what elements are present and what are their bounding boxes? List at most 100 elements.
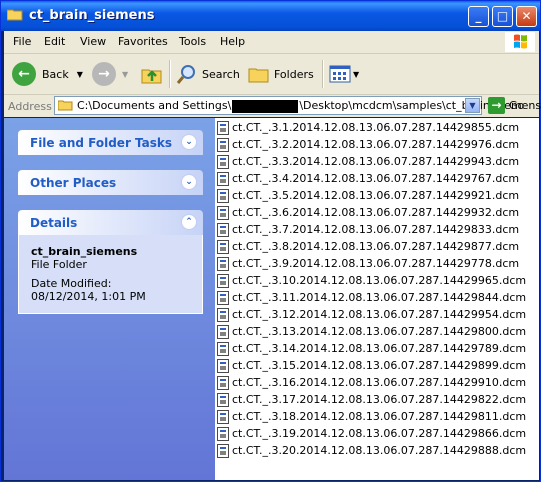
file-item[interactable]: ct.CT._.3.17.2014.12.08.13.06.07.287.144… [217, 391, 526, 408]
menu-file[interactable]: File [13, 35, 31, 48]
chevron-down-icon[interactable]: ▼ [122, 70, 128, 79]
file-name: ct.CT._.3.7.2014.12.08.13.06.07.287.1442… [232, 223, 520, 236]
panel-title: Details [30, 216, 78, 230]
file-name: ct.CT._.3.4.2014.12.08.13.06.07.287.1442… [232, 172, 520, 185]
file-folder-tasks-panel[interactable]: File and Folder Tasks ⌄ [18, 130, 203, 155]
file-name: ct.CT._.3.10.2014.12.08.13.06.07.287.144… [232, 274, 527, 287]
dcm-file-icon [217, 443, 229, 458]
file-name: ct.CT._.3.18.2014.12.08.13.06.07.287.144… [232, 410, 527, 423]
views-button[interactable]: ▼ [329, 62, 359, 86]
file-item[interactable]: ct.CT._.3.5.2014.12.08.13.06.07.287.1442… [217, 187, 519, 204]
forward-arrow-icon: → [92, 62, 116, 86]
dcm-file-icon [217, 273, 229, 288]
file-item[interactable]: ct.CT._.3.6.2014.12.08.13.06.07.287.1442… [217, 204, 519, 221]
file-item[interactable]: ct.CT._.3.19.2014.12.08.13.06.07.287.144… [217, 425, 526, 442]
forward-button[interactable]: → ▼ [92, 62, 128, 86]
title-bar[interactable]: ct_brain_siemens _ □ ✕ [1, 1, 540, 31]
dcm-file-icon [217, 188, 229, 203]
panel-header[interactable]: Details ⌃ [18, 210, 203, 235]
expand-chevron-icon[interactable]: ⌄ [181, 174, 197, 190]
collapse-chevron-icon[interactable]: ⌃ [181, 214, 197, 230]
folders-button[interactable]: Folders [248, 62, 314, 86]
file-name: ct.CT._.3.17.2014.12.08.13.06.07.287.144… [232, 393, 527, 406]
menu-edit[interactable]: Edit [44, 35, 65, 48]
file-item[interactable]: ct.CT._.3.1.2014.12.08.13.06.07.287.1442… [217, 119, 519, 136]
details-type: File Folder [31, 258, 87, 271]
task-pane: File and Folder Tasks ⌄ Other Places ⌄ D… [4, 118, 215, 480]
file-item[interactable]: ct.CT._.3.4.2014.12.08.13.06.07.287.1442… [217, 170, 519, 187]
dcm-file-icon [217, 426, 229, 441]
file-item[interactable]: ct.CT._.3.11.2014.12.08.13.06.07.287.144… [217, 289, 526, 306]
redacted-username [232, 99, 299, 113]
go-arrow-icon: → [488, 97, 505, 114]
file-name: ct.CT._.3.13.2014.12.08.13.06.07.287.144… [232, 325, 527, 338]
up-folder-button[interactable] [141, 62, 163, 86]
menu-favorites[interactable]: Favorites [118, 35, 168, 48]
dcm-file-icon [217, 137, 229, 152]
folder-icon [7, 9, 23, 21]
panel-header[interactable]: Other Places ⌄ [18, 170, 203, 195]
search-button[interactable]: Search [176, 62, 240, 86]
file-name: ct.CT._.3.14.2014.12.08.13.06.07.287.144… [232, 342, 527, 355]
back-arrow-icon: ← [12, 62, 36, 86]
dcm-file-icon [217, 290, 229, 305]
go-button[interactable]: → Go [488, 97, 524, 114]
details-panel: Details ⌃ ct_brain_siemens File Folder D… [18, 210, 203, 314]
dcm-file-icon [217, 324, 229, 339]
details-body: ct_brain_siemens File Folder Date Modifi… [18, 235, 203, 314]
dcm-file-icon [217, 409, 229, 424]
chevron-down-icon[interactable]: ▼ [77, 70, 83, 79]
file-name: ct.CT._.3.8.2014.12.08.13.06.07.287.1442… [232, 240, 520, 253]
dcm-file-icon [217, 120, 229, 135]
dcm-file-icon [217, 307, 229, 322]
back-button[interactable]: ← Back ▼ [12, 62, 83, 86]
file-item[interactable]: ct.CT._.3.13.2014.12.08.13.06.07.287.144… [217, 323, 526, 340]
window-title: ct_brain_siemens [29, 8, 155, 23]
address-bar: Address C:\Documents and Settings\ \Deskt… [4, 95, 541, 117]
search-icon [176, 65, 195, 84]
file-item[interactable]: ct.CT._.3.12.2014.12.08.13.06.07.287.144… [217, 306, 526, 323]
folder-icon [58, 100, 73, 111]
file-item[interactable]: ct.CT._.3.20.2014.12.08.13.06.07.287.144… [217, 442, 526, 459]
menu-view[interactable]: View [80, 35, 106, 48]
dcm-file-icon [217, 375, 229, 390]
folders-icon [248, 68, 269, 83]
address-input[interactable]: C:\Documents and Settings\ \Desktop\mcdcm… [54, 96, 541, 115]
folders-label: Folders [274, 67, 314, 81]
file-item[interactable]: ct.CT._.3.18.2014.12.08.13.06.07.287.144… [217, 408, 526, 425]
dcm-file-icon [217, 239, 229, 254]
chevron-down-icon[interactable]: ▼ [465, 98, 480, 113]
details-modified: Date Modified: 08/12/2014, 1:01 PM [31, 277, 146, 303]
panel-header[interactable]: File and Folder Tasks ⌄ [18, 130, 203, 155]
file-item[interactable]: ct.CT._.3.10.2014.12.08.13.06.07.287.144… [217, 272, 526, 289]
dcm-file-icon [217, 256, 229, 271]
menu-tools[interactable]: Tools [179, 35, 206, 48]
expand-chevron-icon[interactable]: ⌄ [181, 134, 197, 150]
minimize-button[interactable]: _ [468, 6, 489, 27]
explorer-window: ct_brain_siemens _ □ ✕ File Edit View Fa… [0, 0, 541, 482]
file-item[interactable]: ct.CT._.3.3.2014.12.08.13.06.07.287.1442… [217, 153, 519, 170]
file-item[interactable]: ct.CT._.3.7.2014.12.08.13.06.07.287.1442… [217, 221, 519, 238]
file-item[interactable]: ct.CT._.3.8.2014.12.08.13.06.07.287.1442… [217, 238, 519, 255]
file-name: ct.CT._.3.11.2014.12.08.13.06.07.287.144… [232, 291, 527, 304]
dcm-file-icon [217, 205, 229, 220]
panel-title: File and Folder Tasks [30, 136, 173, 150]
file-item[interactable]: ct.CT._.3.15.2014.12.08.13.06.07.287.144… [217, 357, 526, 374]
toolbar-separator [322, 60, 324, 88]
up-folder-icon [141, 69, 162, 84]
file-item[interactable]: ct.CT._.3.9.2014.12.08.13.06.07.287.1442… [217, 255, 519, 272]
file-name: ct.CT._.3.9.2014.12.08.13.06.07.287.1442… [232, 257, 520, 270]
dcm-file-icon [217, 222, 229, 237]
file-item[interactable]: ct.CT._.3.16.2014.12.08.13.06.07.287.144… [217, 374, 526, 391]
chevron-down-icon[interactable]: ▼ [353, 70, 359, 79]
file-item[interactable]: ct.CT._.3.2.2014.12.08.13.06.07.287.1442… [217, 136, 519, 153]
file-name: ct.CT._.3.12.2014.12.08.13.06.07.287.144… [232, 308, 527, 321]
close-button[interactable]: ✕ [516, 6, 537, 27]
toolbar-separator [169, 60, 171, 88]
search-label: Search [202, 67, 240, 81]
views-icon [329, 65, 351, 83]
maximize-button[interactable]: □ [492, 6, 513, 27]
other-places-panel[interactable]: Other Places ⌄ [18, 170, 203, 195]
menu-help[interactable]: Help [220, 35, 245, 48]
file-item[interactable]: ct.CT._.3.14.2014.12.08.13.06.07.287.144… [217, 340, 526, 357]
